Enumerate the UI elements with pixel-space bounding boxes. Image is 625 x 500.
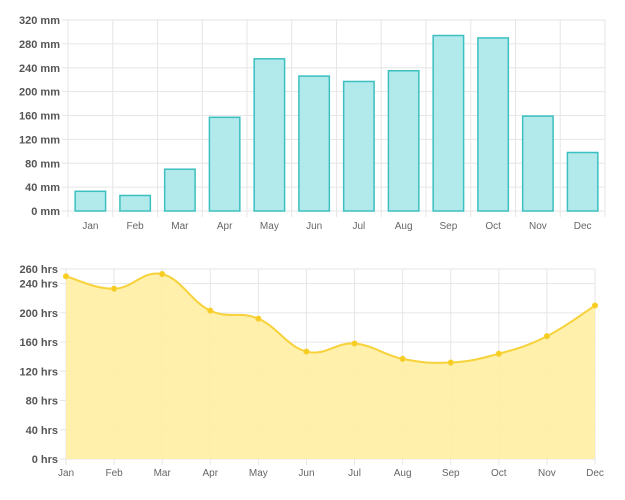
rainfall-x-tick-label: Jun xyxy=(306,221,322,232)
sunshine-x-tick-label: Jun xyxy=(298,468,314,479)
sunshine-x-tick-label: Oct xyxy=(491,468,507,479)
rainfall-y-tick-label: 80 mm xyxy=(25,158,60,170)
sunshine-x-tick-label: Nov xyxy=(538,468,556,479)
sunshine-area-chart: 0 hrs 40 hrs 80 hrs 120 hrs 160 hrs 200 hrs 24… xyxy=(0,258,625,500)
rainfall-x-tick-label: Apr xyxy=(217,221,233,232)
sunshine-y-tick-label: 240 hrs xyxy=(19,279,58,291)
sunshine-y-tick-label: 160 hrs xyxy=(19,337,58,349)
rainfall-y-tick-label: 280 mm xyxy=(19,39,60,51)
sunshine-x-tick-label: Feb xyxy=(105,468,123,479)
sunshine-area-fill xyxy=(66,273,595,459)
sunshine-x-tick-label: Dec xyxy=(586,468,604,479)
sunshine-chart-svg: 0 hrs 40 hrs 80 hrs 120 hrs 160 hrs 200 hrs 24… xyxy=(19,264,604,479)
sunshine-data-point xyxy=(303,348,310,355)
rainfall-bar xyxy=(253,58,286,212)
rainfall-x-tick-label: Dec xyxy=(574,221,592,232)
rainfall-x-tick-label: Jan xyxy=(82,221,98,232)
sunshine-data-point xyxy=(447,359,454,366)
sunshine-data-point xyxy=(110,285,118,292)
sunshine-x-tick-label: Sep xyxy=(442,468,460,479)
sunshine-y-tick-label: 40 hrs xyxy=(26,425,58,437)
rainfall-x-tick-label: May xyxy=(260,221,279,232)
sunshine-data-point xyxy=(159,271,166,278)
rainfall-y-tick-label: 0 mm xyxy=(31,206,60,218)
rainfall-y-tick-label: 320 mm xyxy=(19,15,60,27)
rainfall-bar xyxy=(298,75,331,212)
rainfall-y-tick-label: 40 mm xyxy=(25,182,60,194)
rainfall-y-tick-label: 200 mm xyxy=(19,87,60,99)
sunshine-data-point xyxy=(495,350,502,357)
rainfall-y-tick-label: 240 mm xyxy=(19,63,60,75)
rainfall-x-tick-label: Mar xyxy=(171,221,189,232)
sunshine-data-point xyxy=(62,273,70,280)
sunshine-y-tick-label: 120 hrs xyxy=(19,366,58,378)
rainfall-x-tick-label: Aug xyxy=(395,221,413,232)
sunshine-x-tick-label: Mar xyxy=(154,468,172,479)
rainfall-x-tick-label: Feb xyxy=(127,221,145,232)
sunshine-data-point xyxy=(591,302,599,309)
rainfall-bar xyxy=(432,34,465,212)
rainfall-x-tick-label: Nov xyxy=(529,221,547,232)
rainfall-bar xyxy=(521,115,554,212)
rainfall-bar xyxy=(566,151,599,212)
sunshine-y-tick-label: 80 hrs xyxy=(26,396,58,408)
rainfall-bar xyxy=(74,190,107,212)
rainfall-y-tick-label: 120 mm xyxy=(19,134,60,146)
sunshine-data-point xyxy=(255,315,262,322)
rainfall-x-tick-label: Oct xyxy=(485,221,501,232)
rainfall-bar-chart: 0 mm 40 mm 80 mm 120 mm 160 mm 200 mm 240 mm 28… xyxy=(0,0,625,245)
sunshine-data-point xyxy=(399,355,406,362)
sunshine-x-tick-label: Aug xyxy=(394,468,412,479)
sunshine-x-tick-label: Apr xyxy=(202,468,218,479)
sunshine-x-tick-label: May xyxy=(249,468,268,479)
sunshine-x-tick-label: Jul xyxy=(348,468,361,479)
sunshine-x-tick-label: Jan xyxy=(58,468,74,479)
rainfall-x-tick-label: Jul xyxy=(352,221,365,232)
sunshine-data-point xyxy=(543,333,551,340)
rainfall-y-tick-label: 160 mm xyxy=(19,111,60,123)
rainfall-bar xyxy=(119,194,152,212)
rainfall-x-tick-label: Sep xyxy=(439,221,457,232)
rainfall-bar xyxy=(208,116,241,212)
sunshine-y-tick-label: 260 hrs xyxy=(19,264,58,276)
sunshine-y-tick-label: 200 hrs xyxy=(19,308,58,320)
sunshine-data-point xyxy=(351,340,358,347)
rainfall-bar xyxy=(477,37,510,212)
rainfall-bar xyxy=(342,80,375,212)
rainfall-chart-svg: 0 mm 40 mm 80 mm 120 mm 160 mm 200 mm 240 mm 28… xyxy=(19,15,606,232)
rainfall-bar xyxy=(163,168,196,212)
sunshine-y-tick-label: 0 hrs xyxy=(32,454,58,466)
sunshine-data-point xyxy=(207,307,214,314)
rainfall-bar xyxy=(387,69,420,212)
